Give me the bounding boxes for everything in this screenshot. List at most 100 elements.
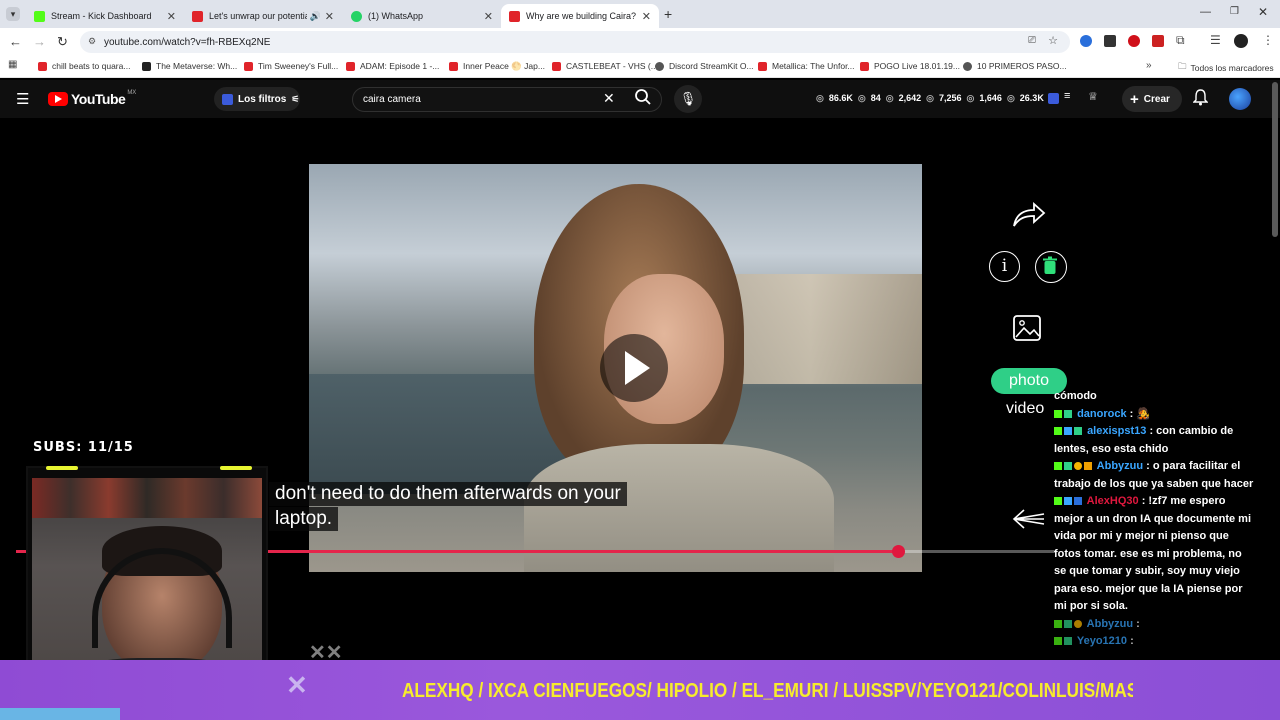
search-input[interactable]: caira camera ✕ <box>352 87 662 112</box>
kick-badge-icon <box>1054 427 1062 436</box>
youtube-icon <box>244 61 253 71</box>
globe-icon <box>963 61 972 71</box>
close-icon[interactable]: ✕ <box>325 10 334 23</box>
cast-icon[interactable]: ⎚ <box>1028 35 1036 46</box>
profile-avatar[interactable] <box>1234 34 1248 48</box>
youtube-favicon-icon <box>509 10 520 22</box>
chat-message: alexispst13 : con cambio de lentes, eso … <box>1054 425 1234 455</box>
ticker-text: ALEXHQ / IXCA CIENFUEGOS/ HIPOLIO / EL_E… <box>402 680 1133 702</box>
create-button[interactable]: + Crear <box>1122 86 1182 112</box>
restore-button[interactable]: ❐ <box>1230 6 1239 17</box>
bookmark-star-icon[interactable]: ☆ <box>1048 34 1058 47</box>
minimize-button[interactable]: — <box>1200 6 1211 18</box>
youtube-header: ☰ YouTube MX Los filtros ⚟ caira camera … <box>0 80 1280 118</box>
bookmark-item[interactable]: POGO Live 18.01.19... <box>860 61 960 71</box>
bookmark-item[interactable]: ADAM: Episode 1 -... <box>346 61 439 71</box>
close-icon[interactable]: ✕ <box>642 10 651 23</box>
bookmark-item[interactable]: Metallica: The Unfor... <box>758 61 855 71</box>
apps-icon[interactable]: ▦ <box>8 59 17 70</box>
address-bar[interactable]: ⚙ youtube.com/watch?v=fh-RBEXq2NE ⎚ ☆ <box>80 31 1070 53</box>
tab-title: (1) WhatsApp <box>368 11 424 21</box>
trophy-icon[interactable]: ♕ <box>1088 90 1098 103</box>
search-icon[interactable] <box>634 88 652 106</box>
more-bookmarks-icon[interactable]: » <box>1146 60 1152 71</box>
chat-username: Abbyzuu <box>1086 617 1134 630</box>
chat-username: Yeyo1210 <box>1076 635 1128 647</box>
extension-icon[interactable] <box>1048 93 1059 104</box>
folder-icon: 🗀 <box>1178 61 1187 71</box>
tab-caira-video[interactable]: Why are we building Caira? - Y ✕ <box>501 4 659 28</box>
filters-button[interactable]: Los filtros ⚟ <box>214 87 300 111</box>
tab-kick-dashboard[interactable]: Stream - Kick Dashboard ✕ <box>26 4 184 28</box>
stat-subs: 26.3K <box>1019 93 1044 103</box>
page-scrollbar[interactable] <box>1272 82 1278 237</box>
browser-tab-strip: ▾ Stream - Kick Dashboard ✕ Let's unwrap… <box>0 0 1280 28</box>
url-text: youtube.com/watch?v=fh-RBEXq2NE <box>104 36 271 48</box>
youtube-favicon-icon <box>192 10 203 22</box>
close-icon[interactable]: ✕ <box>167 10 176 23</box>
vip-badge-icon <box>1074 462 1082 471</box>
metaverse-icon <box>142 61 151 71</box>
reading-list-icon[interactable]: ☰ <box>1210 33 1221 47</box>
chat-message: danorock : 🧑‍🎤 <box>1054 406 1254 424</box>
youtube-logo[interactable]: YouTube MX <box>48 90 137 107</box>
speaker-icon[interactable]: 🔊 <box>310 11 321 22</box>
new-tab-button[interactable]: + <box>664 6 672 22</box>
voice-search-button[interactable]: 🎙 <box>674 85 702 113</box>
bookmark-item[interactable]: chill beats to quara... <box>38 61 130 71</box>
extension-icon[interactable] <box>1104 35 1116 47</box>
sub-badge-icon <box>1074 427 1082 436</box>
account-avatar[interactable] <box>1229 88 1251 110</box>
forward-icon[interactable]: → <box>33 34 46 49</box>
tab-title: Let's unwrap our potential <box>209 11 307 21</box>
puzzle-icon[interactable]: ⧉ <box>1176 33 1185 48</box>
play-button[interactable] <box>600 334 668 402</box>
site-info-icon[interactable]: ⚙ <box>88 36 96 47</box>
youtube-icon <box>346 61 355 71</box>
back-icon[interactable]: ← <box>9 34 22 49</box>
browser-toolbar: ← → ↻ ⚙ youtube.com/watch?v=fh-RBEXq2NE … <box>0 28 1280 56</box>
info-icon: i <box>989 251 1020 282</box>
kick-badge-icon <box>1054 462 1062 471</box>
chat-username: alexispst13 <box>1087 425 1147 437</box>
filter-sliders-icon: ⚟ <box>291 93 300 104</box>
youtube-icon <box>449 62 458 71</box>
tab-title: Why are we building Caira? - Y <box>526 11 638 21</box>
youtube-play-logo-icon <box>48 92 68 106</box>
tab-whatsapp[interactable]: (1) WhatsApp ✕ <box>343 4 501 28</box>
all-bookmarks-folder[interactable]: 🗀 Todos los marcadores <box>1178 61 1274 75</box>
list-icon[interactable]: ≡ <box>1064 90 1070 102</box>
gallery-edit-icon <box>1012 312 1044 349</box>
tab-youtube-unwrap[interactable]: Let's unwrap our potential 🔊 ✕ <box>184 4 342 28</box>
video-mode-label: video <box>1006 400 1045 417</box>
shares-icon: ◎ <box>966 93 975 103</box>
stream-chat: cómodo danorock : 🧑‍🎤 alexispst13 : con … <box>1054 388 1254 651</box>
globe-icon <box>655 61 664 71</box>
views-icon: ◎ <box>816 93 824 103</box>
notifications-bell-icon[interactable] <box>1192 89 1209 111</box>
youtube-icon <box>552 61 561 71</box>
bookmark-item[interactable]: CASTLEBEAT - VHS (... <box>552 61 658 71</box>
clear-search-icon[interactable]: ✕ <box>603 90 615 107</box>
sub-badge-icon <box>1064 619 1072 628</box>
bookmark-item[interactable]: Tim Sweeney's Full... <box>244 61 338 71</box>
founder-badge-icon <box>1074 497 1082 506</box>
hamburger-menu-icon[interactable]: ☰ <box>16 90 29 108</box>
bookmark-item[interactable]: Inner Peace 🌕 Jap... <box>449 61 545 72</box>
extension-icon[interactable] <box>1128 35 1140 47</box>
reload-icon[interactable]: ↻ <box>57 34 68 50</box>
region-code: MX <box>127 90 137 96</box>
bookmark-item[interactable]: Discord StreamKit O... <box>655 61 754 71</box>
bookmark-item[interactable]: The Metaverse: Wh... <box>142 61 237 71</box>
chrome-menu-icon[interactable]: ⋮ <box>1262 33 1274 47</box>
extension-icon[interactable] <box>1080 35 1092 47</box>
close-window-button[interactable]: ✕ <box>1258 5 1268 19</box>
moderator-badge-icon <box>1064 497 1072 506</box>
extension-icon[interactable] <box>1152 35 1164 47</box>
tab-search-icon[interactable]: ▾ <box>6 7 20 21</box>
tab-title: Stream - Kick Dashboard <box>51 11 152 21</box>
progress-scrubber-handle[interactable] <box>891 545 905 558</box>
microphone-icon: 🎙 <box>679 91 697 106</box>
close-icon[interactable]: ✕ <box>484 10 493 23</box>
bookmark-item[interactable]: 10 PRIMEROS PASO... <box>963 61 1067 71</box>
